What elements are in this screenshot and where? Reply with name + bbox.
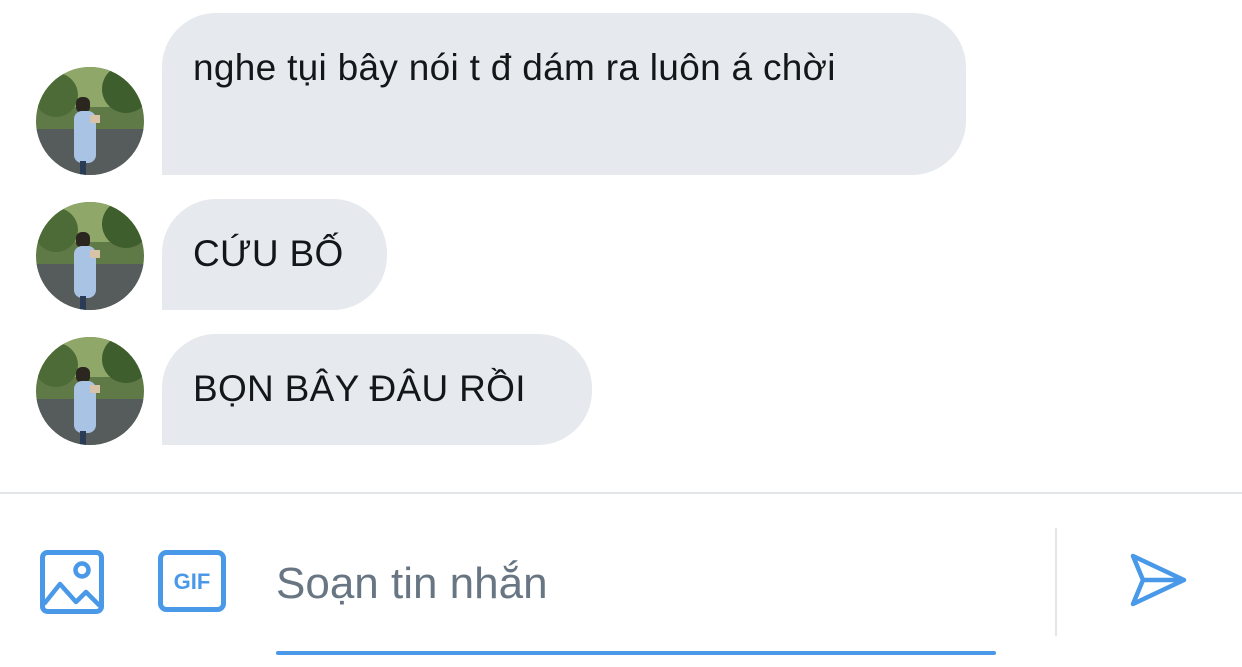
message-bubble[interactable]: CỨU BỐ bbox=[162, 199, 387, 310]
avatar-photo bbox=[36, 67, 144, 175]
add-image-button[interactable] bbox=[40, 550, 104, 614]
image-icon bbox=[40, 550, 104, 614]
message-bubble[interactable]: nghe tụi bây nói t đ dám ra luôn á chời bbox=[162, 13, 966, 175]
input-underline bbox=[276, 651, 996, 655]
send-button[interactable] bbox=[1128, 550, 1188, 610]
avatar[interactable] bbox=[36, 67, 144, 175]
message-input[interactable] bbox=[276, 554, 996, 614]
avatar[interactable] bbox=[36, 337, 144, 445]
avatar-photo bbox=[36, 337, 144, 445]
gif-label: GIF bbox=[174, 569, 211, 594]
dm-conversation: nghe tụi bây nói t đ dám ra luôn á chời … bbox=[0, 0, 1242, 667]
send-icon bbox=[1130, 553, 1187, 607]
divider bbox=[1055, 528, 1057, 636]
message-bubble[interactable]: BỌN BÂY ĐÂU RỒI bbox=[162, 334, 592, 445]
avatar-photo bbox=[36, 202, 144, 310]
message-input-wrapper bbox=[276, 534, 996, 656]
message-composer: GIF bbox=[0, 492, 1242, 667]
add-gif-button[interactable]: GIF bbox=[158, 550, 226, 612]
message-list[interactable]: nghe tụi bây nói t đ dám ra luôn á chời … bbox=[0, 0, 1242, 492]
gif-icon: GIF bbox=[158, 550, 226, 612]
avatar[interactable] bbox=[36, 202, 144, 310]
